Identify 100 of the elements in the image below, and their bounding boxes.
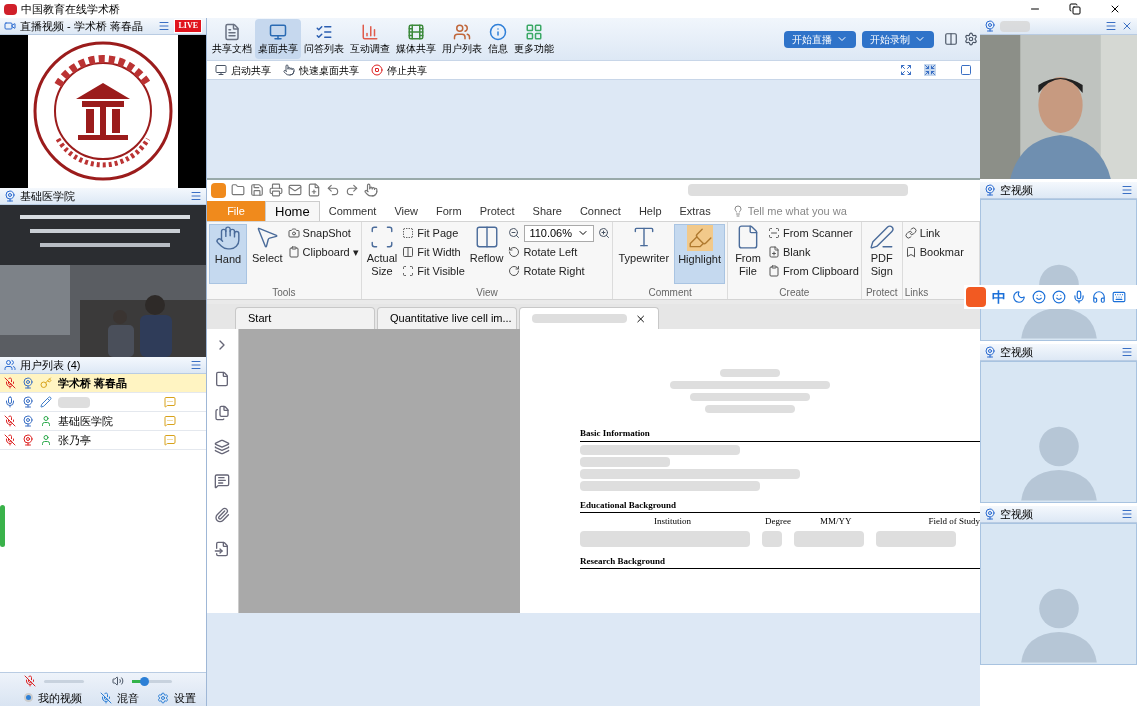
ribbon-small-button[interactable]: Fit Width [402,243,465,261]
ribbon-small-button[interactable]: From Scanner [767,224,859,242]
speaker-icon[interactable] [112,675,124,688]
mic-muted-icon[interactable] [4,415,16,427]
side-panel-icon[interactable] [214,439,231,455]
input-mode[interactable]: 中 [992,286,1006,308]
toolbar-button[interactable]: 信息 [485,19,511,59]
ime-icon[interactable] [1112,290,1126,304]
zoom-field[interactable]: 110.06% [524,224,595,242]
side-panel-icon[interactable] [214,371,231,387]
document-tab[interactable]: Quantitative live cell im... [377,307,517,329]
user-row[interactable]: 张乃亭 [0,431,206,450]
ribbon-button[interactable]: Select [249,224,286,284]
fit-screen-icon[interactable] [900,64,912,76]
toolbar-button[interactable]: 共享文档 [209,19,255,59]
ribbon-small-button[interactable]: Blank [767,243,859,261]
quick-access-icon[interactable] [288,183,302,197]
fullscreen-icon[interactable] [960,64,972,76]
ribbon-tab[interactable]: Comment [319,201,386,221]
quick-access-icon[interactable] [364,183,378,197]
toolbar-button[interactable]: 桌面共享 [255,19,301,59]
side-panel-icon[interactable] [214,405,231,421]
slider-thumb[interactable] [140,676,149,686]
menu-icon[interactable] [158,20,171,32]
bottom-button[interactable]: 我的视频 [24,689,82,706]
mic-muted-icon[interactable] [24,675,36,688]
close-icon[interactable] [634,312,646,325]
ime-logo-icon[interactable] [966,287,986,307]
ribbon-tab[interactable]: Protect [470,201,524,221]
dropdown-button[interactable]: 开始录制 [862,30,934,48]
side-panel-icon[interactable] [214,541,231,557]
quick-access-icon[interactable] [326,183,340,197]
ribbon-small-button[interactable]: From Clipboard [767,262,859,280]
layout-icon[interactable] [944,32,958,46]
chat-icon[interactable] [164,434,176,446]
camera-icon[interactable] [22,396,34,408]
ime-icon[interactable] [1012,290,1026,304]
ribbon-button[interactable]: PDF Sign [863,224,900,284]
ribbon-small-button[interactable]: Fit Visible [402,262,465,280]
zoom-out-icon[interactable] [508,227,521,239]
side-panel-icon[interactable] [214,507,231,523]
side-panel-icon[interactable] [214,473,231,489]
quick-access-icon[interactable] [269,183,283,197]
zoom-in-icon[interactable] [598,227,611,239]
quick-access-icon[interactable] [231,183,245,197]
chat-icon[interactable] [164,415,176,427]
camera-icon[interactable] [22,377,34,389]
quick-access-icon[interactable] [307,183,321,197]
menu-icon[interactable] [1105,20,1117,32]
toolbar-button[interactable]: 互动调查 [347,19,393,59]
quick-access-icon[interactable] [345,183,359,197]
camera-off-icon[interactable] [22,434,34,446]
toolbar-button[interactable]: 更多功能 [511,19,557,59]
share-button[interactable]: 启动共享 [215,62,271,78]
ribbon-button[interactable]: Hand [209,224,247,284]
ribbon-small-button[interactable]: Rotate Left [508,243,611,261]
ribbon-button[interactable]: From File [729,224,766,284]
share-button[interactable]: 快速桌面共享 [283,62,359,78]
ribbon-small-button[interactable]: Fit Page [402,224,465,242]
ribbon-small-button[interactable]: SnapShot [287,224,359,242]
toolbar-button[interactable]: 媒体共享 [393,19,439,59]
search-field[interactable]: Tell me what you wa [731,201,858,221]
ribbon-button[interactable]: Highlight [674,224,725,284]
mic-icon[interactable] [4,396,16,408]
ribbon-tab[interactable]: Help [629,201,671,221]
ribbon-tab[interactable]: Share [523,201,571,221]
ribbon-tab[interactable]: Connect [570,201,630,221]
bottom-button[interactable]: 设置 [157,689,196,706]
user-row[interactable] [0,393,206,412]
user-row[interactable]: 基础医学院 [0,412,206,431]
ribbon-button[interactable]: Typewriter [615,224,673,284]
menu-icon[interactable] [1121,508,1133,520]
ribbon-tab[interactable]: Form [427,201,471,221]
ribbon-small-button[interactable]: Link [904,224,964,242]
menu-icon[interactable] [190,359,202,371]
scroll-handle[interactable] [0,505,5,547]
toolbar-button[interactable]: 用户列表 [439,19,485,59]
ribbon-small-button[interactable]: Clipboard ▾ [287,243,359,261]
document-tab[interactable]: Start [235,307,375,329]
toolbar-button[interactable]: 问答列表 [301,19,347,59]
ribbon-small-button[interactable]: Bookmar [904,243,964,261]
menu-icon[interactable] [1121,184,1133,196]
share-button[interactable]: 停止共享 [371,62,427,78]
close-icon[interactable] [1109,3,1121,15]
ribbon-tab[interactable]: View [385,201,428,221]
mic-muted-icon[interactable] [4,377,16,389]
ime-icon[interactable] [1092,290,1106,304]
ime-icon[interactable] [1052,290,1066,304]
bottom-button[interactable]: 混音 [100,689,139,706]
ime-icon[interactable] [1032,290,1046,304]
ime-icon[interactable] [1072,290,1086,304]
chat-icon[interactable] [164,396,176,408]
ribbon-button[interactable]: Reflow [466,224,507,284]
ribbon-tab[interactable]: Extras [670,201,720,221]
ribbon-small-button[interactable]: Rotate Right [508,262,611,280]
restore-icon[interactable] [1069,3,1081,15]
camera-icon[interactable] [22,415,34,427]
mic-muted-icon[interactable] [4,434,16,446]
menu-icon[interactable] [190,190,202,202]
dropdown-button[interactable]: 开始直播 [784,30,856,48]
